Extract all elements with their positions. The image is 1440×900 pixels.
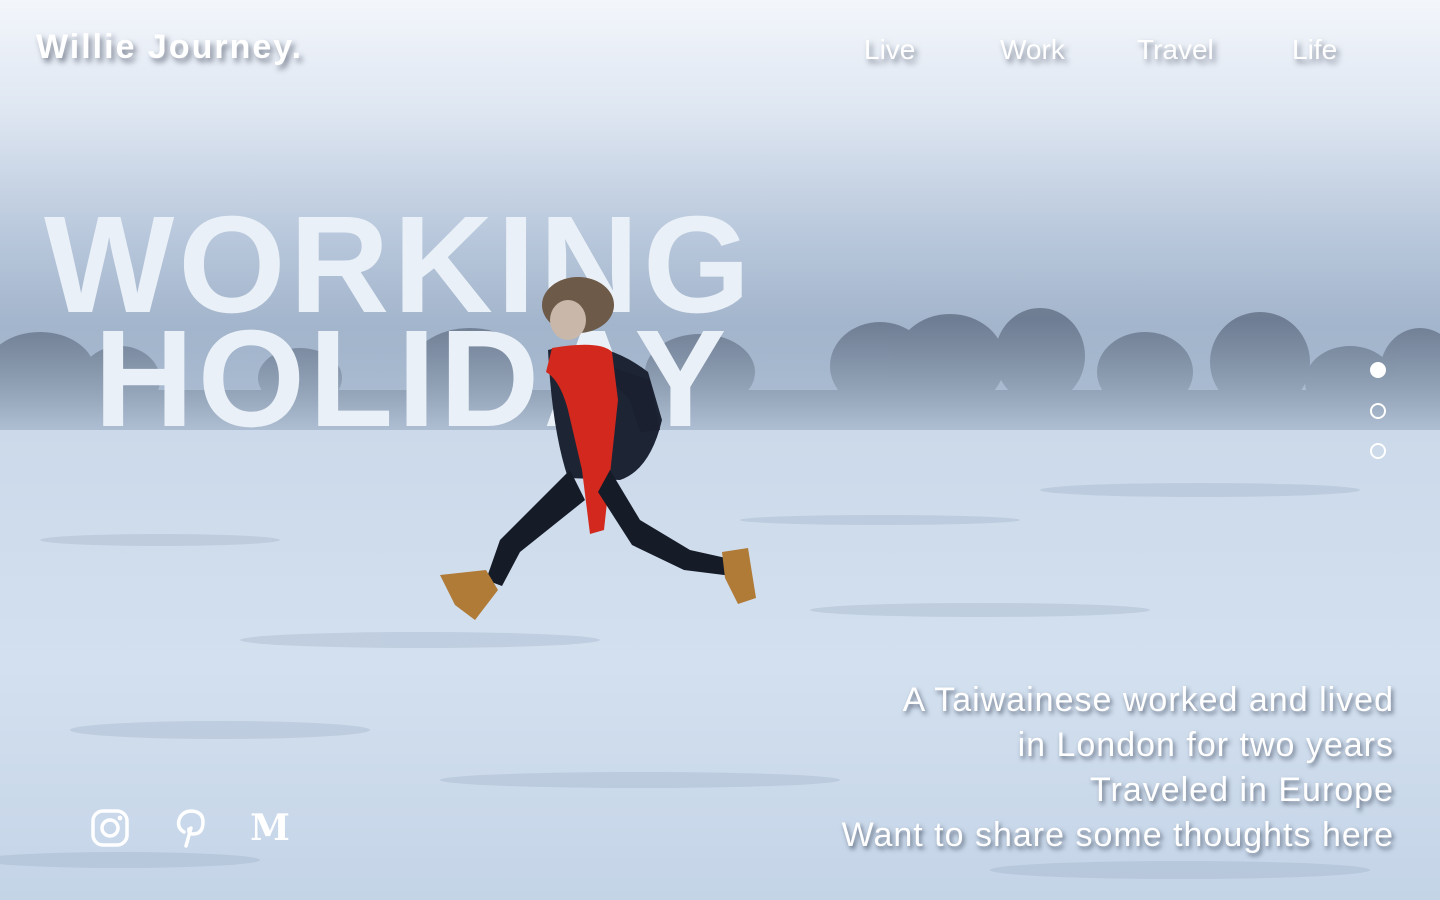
pagination-dot-2[interactable]: [1370, 403, 1386, 419]
pagination-dot-3[interactable]: [1370, 443, 1386, 459]
nav-live[interactable]: Live: [864, 34, 915, 66]
pagination-dot-1[interactable]: [1370, 362, 1386, 378]
nav-life[interactable]: Life: [1292, 34, 1337, 66]
medium-letter: M: [250, 807, 290, 849]
pinterest-icon[interactable]: [168, 806, 212, 850]
nav-work[interactable]: Work: [1000, 34, 1065, 66]
main-nav: Live Work Travel Life: [0, 34, 1440, 74]
intro-text: A Taiwainese worked and lived in London …: [842, 678, 1394, 858]
social-links: M: [88, 806, 318, 850]
intro-line-2: in London for two years: [1017, 726, 1394, 764]
instagram-icon[interactable]: [88, 806, 132, 850]
nav-travel[interactable]: Travel: [1137, 34, 1214, 66]
intro-line-4: Want to share some thoughts here: [841, 816, 1394, 854]
landing-page: WORKING HOLIDAY Willie Journey. Live Wor…: [0, 0, 1440, 900]
intro-line-3: Traveled in Europe: [1089, 771, 1394, 809]
intro-line-1: A Taiwainese worked and lived: [902, 681, 1394, 719]
slide-pagination: [1368, 362, 1388, 462]
medium-icon[interactable]: M: [248, 806, 292, 850]
